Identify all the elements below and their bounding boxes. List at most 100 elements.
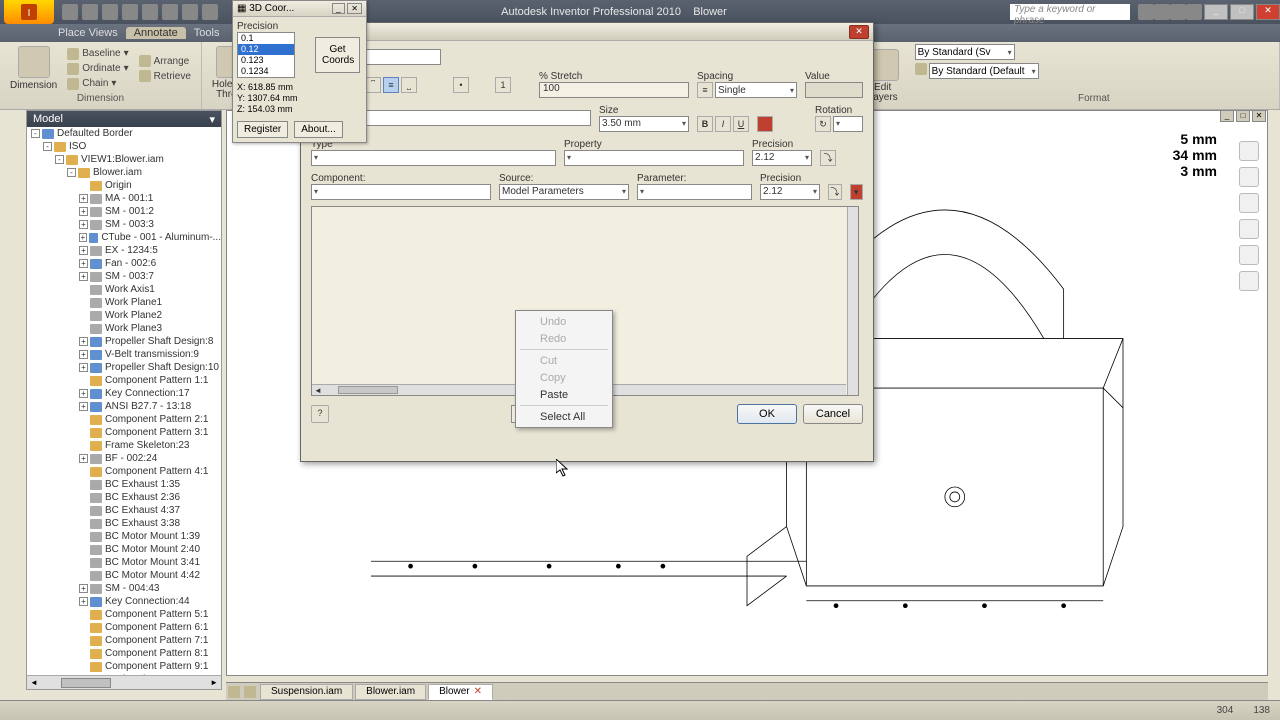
dialog-close-button[interactable]: ✕ bbox=[849, 25, 869, 39]
register-button[interactable]: Register bbox=[237, 121, 288, 138]
tree-toggle-icon[interactable]: + bbox=[79, 207, 88, 216]
tree-node[interactable]: +BF - 002:24 bbox=[27, 452, 221, 465]
doc-restore-button[interactable]: □ bbox=[1236, 110, 1250, 122]
tree-toggle-icon[interactable]: + bbox=[79, 220, 88, 229]
stretch-input[interactable]: 100 bbox=[539, 82, 689, 98]
tree-node[interactable]: +Propeller Shaft Design:10 bbox=[27, 361, 221, 374]
scroll-thumb[interactable] bbox=[61, 678, 111, 688]
tree-node[interactable]: Frame Skeleton:23 bbox=[27, 439, 221, 452]
navcube-icon[interactable] bbox=[1239, 141, 1259, 161]
qat-update-icon[interactable] bbox=[202, 4, 218, 20]
qat-select-icon[interactable] bbox=[162, 4, 178, 20]
tree-toggle-icon[interactable]: + bbox=[79, 597, 88, 606]
doc-close-button[interactable]: ✕ bbox=[1252, 110, 1266, 122]
search-icon[interactable] bbox=[1138, 4, 1154, 20]
precision-option[interactable]: 0.123 bbox=[238, 55, 294, 66]
tab-close-icon[interactable]: ✕ bbox=[474, 686, 482, 697]
underline-button[interactable]: U bbox=[733, 116, 749, 132]
tree-toggle-icon[interactable]: + bbox=[79, 402, 88, 411]
tree-toggle-icon[interactable]: + bbox=[79, 584, 88, 593]
precision-combo[interactable]: 2.12 bbox=[752, 150, 812, 166]
qat-new-icon[interactable] bbox=[62, 4, 78, 20]
doc-minimize-button[interactable]: _ bbox=[1220, 110, 1234, 122]
tree-node[interactable]: Component Pattern 7:1 bbox=[27, 634, 221, 647]
tree-node[interactable]: BC Motor Mount 3:41 bbox=[27, 556, 221, 569]
bullets-button[interactable]: • bbox=[453, 77, 469, 93]
tree-toggle-icon[interactable]: + bbox=[79, 272, 88, 281]
tree-toggle-icon[interactable]: + bbox=[79, 454, 88, 463]
tree-node[interactable]: +Key Connection:17 bbox=[27, 387, 221, 400]
tree-node[interactable]: BC Motor Mount 1:39 bbox=[27, 530, 221, 543]
tree-node[interactable]: -ISO bbox=[27, 140, 221, 153]
tree-node[interactable]: Component Pattern 5:1 bbox=[27, 608, 221, 621]
tree-toggle-icon[interactable]: - bbox=[31, 129, 40, 138]
align-top-button[interactable]: ⎴ bbox=[365, 77, 381, 93]
tree-node[interactable]: Component Pattern 9:1 bbox=[27, 660, 221, 673]
value-input[interactable] bbox=[805, 82, 863, 98]
tree-node[interactable]: +SM - 004:43 bbox=[27, 582, 221, 595]
rotation-button[interactable]: ↻ bbox=[815, 116, 831, 132]
menu-item-select-all[interactable]: Select All bbox=[516, 408, 612, 425]
tree-node[interactable]: BC Exhaust 4:37 bbox=[27, 504, 221, 517]
qat-undo-icon[interactable] bbox=[122, 4, 138, 20]
tree-hscrollbar[interactable]: ◄ ► bbox=[27, 675, 221, 689]
scroll-thumb[interactable] bbox=[338, 386, 398, 394]
tab-nav-icon[interactable] bbox=[228, 686, 240, 698]
qat-redo-icon[interactable] bbox=[142, 4, 158, 20]
tree-node[interactable]: +Propeller Shaft Design:8 bbox=[27, 335, 221, 348]
tree-node[interactable]: +ANSI B27.7 - 13:18 bbox=[27, 400, 221, 413]
tree-node[interactable]: Component Pattern 2:1 bbox=[27, 413, 221, 426]
dialog-titlebar[interactable]: ✕ bbox=[301, 23, 873, 41]
tree-node[interactable]: +Key Connection:44 bbox=[27, 595, 221, 608]
tree-node[interactable]: -VIEW1:Blower.iam bbox=[27, 153, 221, 166]
tab-nav-icon[interactable] bbox=[244, 686, 256, 698]
tree-node[interactable]: BC Exhaust 2:36 bbox=[27, 491, 221, 504]
subscription-icon[interactable] bbox=[1154, 4, 1170, 20]
tree-toggle-icon[interactable]: + bbox=[79, 233, 87, 242]
size-combo[interactable]: 3.50 mm bbox=[599, 116, 689, 132]
param-options-button[interactable]: ▾ bbox=[850, 184, 864, 200]
tree-node[interactable]: +SM - 003:7 bbox=[27, 270, 221, 283]
align-bottom-button[interactable]: ⎵ bbox=[401, 77, 417, 93]
tree-node[interactable]: BC Motor Mount 4:42 bbox=[27, 569, 221, 582]
info-button[interactable]: ? bbox=[311, 405, 329, 423]
tree-toggle-icon[interactable]: - bbox=[43, 142, 52, 151]
layer-icon[interactable] bbox=[915, 63, 927, 75]
zoom-icon[interactable] bbox=[1239, 219, 1259, 239]
tree-toggle-icon[interactable]: - bbox=[67, 168, 76, 177]
tree-node[interactable]: Work Plane3 bbox=[27, 322, 221, 335]
coord-tool-window[interactable]: ▦ 3D Coor... _ ✕ Precision 0.10.120.1230… bbox=[232, 0, 367, 143]
tab-place-views[interactable]: Place Views bbox=[50, 27, 126, 39]
tree-toggle-icon[interactable]: + bbox=[79, 363, 88, 372]
insert-prop-button[interactable]: ⤵ bbox=[820, 150, 836, 166]
orbit-icon[interactable] bbox=[1239, 245, 1259, 265]
precision-option[interactable]: 0.1234 bbox=[238, 66, 294, 77]
cancel-button[interactable]: Cancel bbox=[803, 404, 863, 424]
italic-button[interactable]: I bbox=[715, 116, 731, 132]
doc-tab[interactable]: Blower.iam bbox=[355, 684, 426, 700]
precision-list[interactable]: 0.10.120.1230.1234 bbox=[237, 32, 295, 78]
doc-tab[interactable]: Suspension.iam bbox=[260, 684, 353, 700]
tree-toggle-icon[interactable]: - bbox=[55, 155, 64, 164]
tree-toggle-icon[interactable]: + bbox=[79, 350, 88, 359]
precision-option[interactable]: 0.1 bbox=[238, 33, 294, 44]
insert-param-button[interactable]: ⤵ bbox=[828, 184, 842, 200]
menu-item-paste[interactable]: Paste bbox=[516, 386, 612, 403]
tree-toggle-icon[interactable]: + bbox=[79, 389, 88, 398]
home-icon[interactable] bbox=[1239, 167, 1259, 187]
help-icon[interactable] bbox=[1186, 4, 1202, 20]
parameter-combo[interactable] bbox=[637, 184, 752, 200]
bold-button[interactable]: B bbox=[697, 116, 713, 132]
tree-node[interactable]: +MA - 001:1 bbox=[27, 192, 221, 205]
favorites-icon[interactable] bbox=[1170, 4, 1186, 20]
qat-open-icon[interactable] bbox=[82, 4, 98, 20]
numbering-button[interactable]: 1 bbox=[495, 77, 511, 93]
tree-node[interactable]: Component Pattern 1:1 bbox=[27, 374, 221, 387]
tree-node[interactable]: Component Pattern 6:1 bbox=[27, 621, 221, 634]
tree-node[interactable]: Component Pattern 8:1 bbox=[27, 647, 221, 660]
tree-node[interactable]: Work Axis1 bbox=[27, 283, 221, 296]
tab-tools[interactable]: Tools bbox=[186, 27, 228, 39]
tree-node[interactable]: +SM - 003:3 bbox=[27, 218, 221, 231]
tab-annotate[interactable]: Annotate bbox=[126, 27, 186, 39]
tree-node[interactable]: Component Pattern 4:1 bbox=[27, 465, 221, 478]
